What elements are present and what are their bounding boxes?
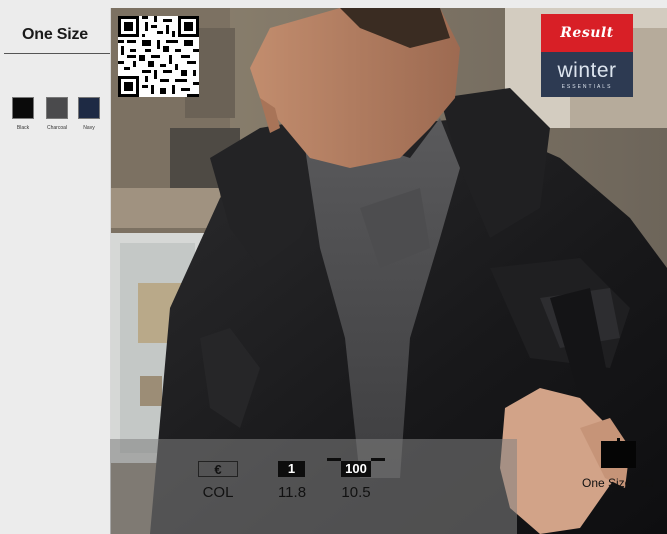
result-logo: Result <box>541 14 633 52</box>
size-title: One Size <box>22 26 88 43</box>
swatch-label-charcoal: Charcoal <box>46 125 67 131</box>
tab-line-right <box>371 458 385 461</box>
swatch-label-black: Black <box>16 125 30 131</box>
winter-essentials-logo: winter ESSENTIALS <box>541 52 633 97</box>
swatch-navy[interactable] <box>78 97 100 119</box>
winter-wordmark: winter <box>557 59 617 82</box>
qr-code-icon[interactable] <box>118 16 199 97</box>
black-badge <box>601 441 636 468</box>
catalog-page: One Size Black Charcoal Navy Result wint… <box>0 0 667 534</box>
tab-line-left <box>327 458 341 461</box>
currency-box: € <box>198 461 238 477</box>
swatch-charcoal[interactable] <box>46 97 68 119</box>
bottom-right-size-label: One Size <box>582 476 632 490</box>
swatch-label-navy: Navy <box>83 125 95 131</box>
divider <box>4 53 110 54</box>
size-color-panel: One Size <box>0 8 111 534</box>
currency-label: COL <box>202 484 234 501</box>
qty-tier-1: 1 <box>278 461 305 477</box>
essentials-wordmark: ESSENTIALS <box>561 84 613 90</box>
bottom-right-qty: 00 <box>640 476 655 490</box>
price-tier-1: 11.8 <box>277 484 307 501</box>
swatch-black[interactable] <box>12 97 34 119</box>
bottom-right-size: One Size 00 <box>582 476 654 490</box>
price-tier-2: 10.5 <box>341 484 371 501</box>
qty-tier-2: 100 <box>341 461 371 477</box>
